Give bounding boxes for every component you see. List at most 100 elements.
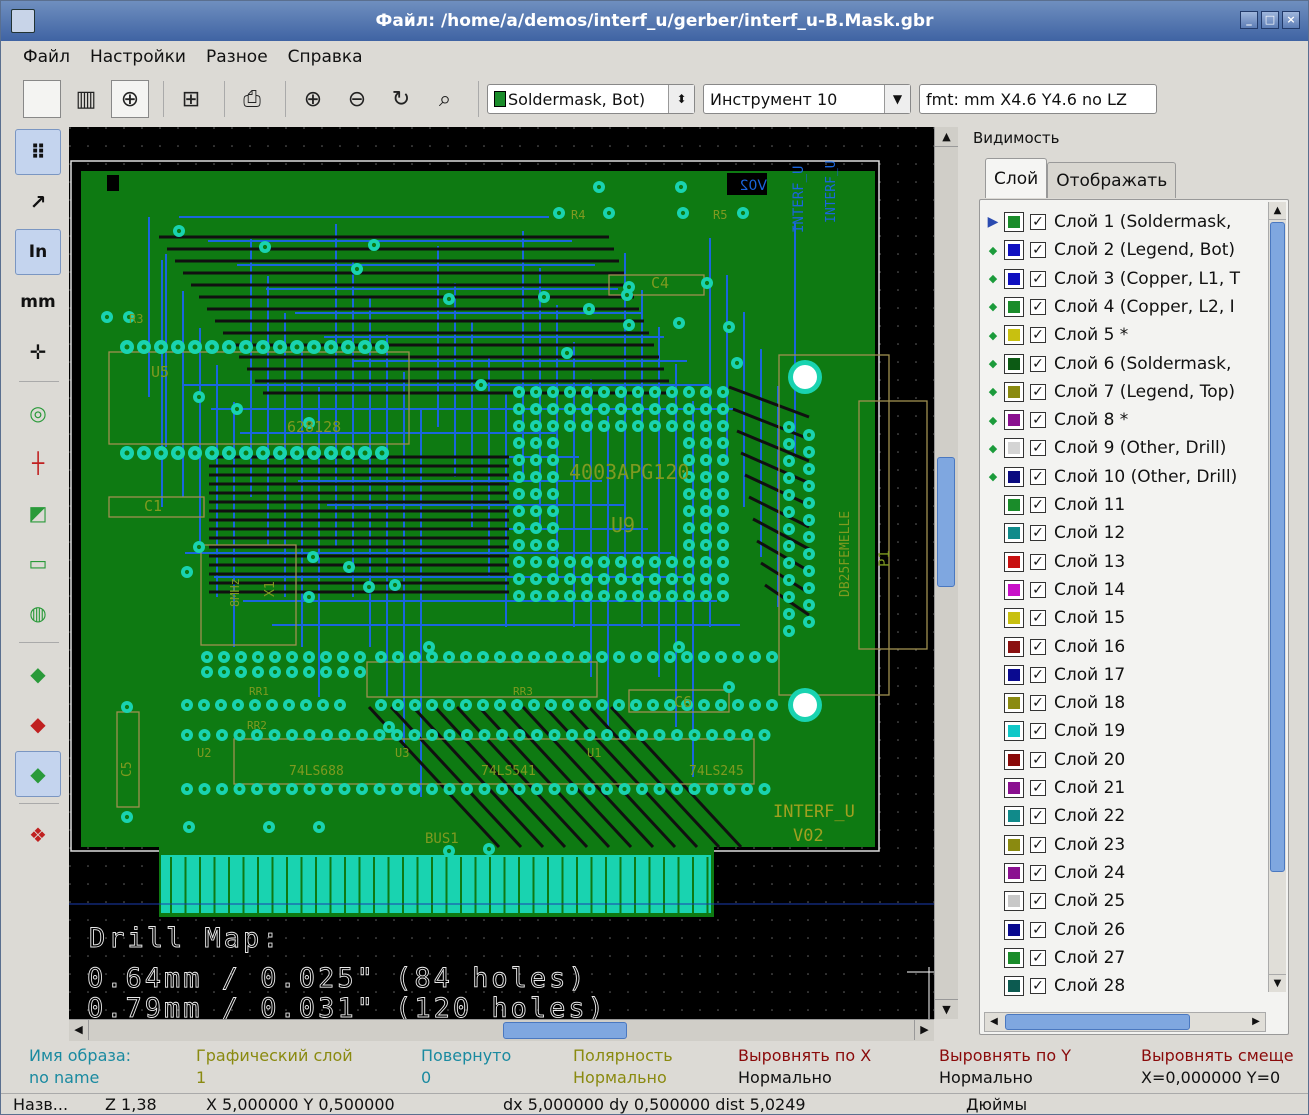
layer-visible-checkbox[interactable]: ✓ — [1030, 751, 1046, 768]
layer-color-swatch[interactable] — [1004, 891, 1024, 912]
layer-visible-checkbox[interactable]: ✓ — [1030, 468, 1046, 485]
layer-color-swatch[interactable] — [1004, 325, 1024, 346]
layer-color-swatch[interactable] — [1004, 523, 1024, 544]
layer-color-swatch[interactable] — [1004, 919, 1024, 940]
inch-units-icon[interactable]: In — [15, 229, 61, 275]
layer-color-swatch[interactable] — [1004, 976, 1024, 997]
maximize-button[interactable]: □ — [1261, 11, 1279, 29]
layer-visible-checkbox[interactable]: ✓ — [1030, 666, 1046, 683]
layer-color-swatch[interactable] — [1004, 693, 1024, 714]
layer-visible-checkbox[interactable]: ✓ — [1030, 553, 1046, 570]
layer-row[interactable]: ✓ Слой 14 — [986, 576, 1125, 604]
layer-color-swatch[interactable] — [1004, 636, 1024, 657]
layer-visible-checkbox[interactable]: ✓ — [1030, 864, 1046, 881]
layer-color-swatch[interactable] — [1004, 579, 1024, 600]
layer-color-swatch[interactable] — [1004, 947, 1024, 968]
layer-visible-checkbox[interactable]: ✓ — [1030, 214, 1046, 230]
scroll-up-icon[interactable]: ▲ — [1269, 202, 1286, 220]
full-cursor-icon[interactable]: ✛ — [15, 329, 61, 375]
layer-draw-mode-1-icon[interactable]: ◆ — [15, 651, 61, 697]
layer-visible-checkbox[interactable]: ✓ — [1030, 383, 1046, 400]
layer-visible-checkbox[interactable]: ✓ — [1030, 440, 1046, 457]
layer-color-swatch[interactable] — [1004, 551, 1024, 572]
scroll-thumb[interactable] — [1270, 222, 1285, 872]
layer-row[interactable]: ◆ ✓ Слой 8 * — [986, 406, 1128, 434]
tab-layers[interactable]: Слой — [985, 158, 1048, 198]
layer-row[interactable]: ◆ ✓ Слой 5 * — [986, 321, 1128, 349]
layer-list-hscrollbar[interactable]: ◀ ▶ — [984, 1012, 1266, 1032]
scroll-thumb[interactable] — [1005, 1014, 1190, 1030]
layer-visible-checkbox[interactable]: ✓ — [1030, 723, 1046, 740]
zoom-in-icon[interactable]: ⊕ — [294, 80, 332, 118]
layer-row[interactable]: ✓ Слой 18 — [986, 689, 1125, 717]
close-button[interactable]: × — [1282, 11, 1300, 29]
layer-visible-checkbox[interactable]: ✓ — [1030, 610, 1046, 627]
page-settings-icon[interactable]: ⊞ — [172, 80, 210, 118]
layer-row[interactable]: ✓ Слой 16 — [986, 633, 1125, 661]
layer-visible-checkbox[interactable]: ✓ — [1030, 497, 1046, 513]
layer-select[interactable]: Soldermask, Bot) ⬍ — [487, 84, 695, 114]
layer-row[interactable]: ◆ ✓ Слой 6 (Soldermask, — [986, 350, 1231, 378]
layer-color-swatch[interactable] — [1004, 466, 1024, 487]
layer-color-swatch[interactable] — [1004, 834, 1024, 855]
layer-row[interactable]: ◆ ✓ Слой 3 (Copper, L1, T — [986, 265, 1240, 293]
scroll-left-icon[interactable]: ◀ — [985, 1013, 1003, 1031]
layer-list-scrollbar[interactable]: ▲ ▼ — [1268, 202, 1286, 992]
menu-settings[interactable]: Настройки — [80, 47, 196, 67]
scroll-up-icon[interactable]: ▲ — [935, 127, 958, 147]
layer-color-swatch[interactable] — [1004, 268, 1024, 289]
scroll-left-icon[interactable]: ◀ — [69, 1020, 89, 1040]
layer-visible-checkbox[interactable]: ✓ — [1030, 270, 1046, 287]
layer-visible-checkbox[interactable]: ✓ — [1030, 780, 1046, 796]
tab-display[interactable]: Отображать — [1047, 162, 1177, 198]
layer-visible-checkbox[interactable]: ✓ — [1030, 525, 1046, 542]
layer-row[interactable]: ✓ Слой 19 — [986, 717, 1125, 745]
layer-row[interactable]: ✓ Слой 21 — [986, 774, 1125, 802]
scroll-thumb[interactable] — [937, 457, 955, 587]
layer-color-swatch[interactable] — [1004, 664, 1024, 685]
layer-row[interactable]: ◆ ✓ Слой 7 (Legend, Top) — [986, 378, 1235, 406]
layer-color-swatch[interactable] — [1004, 296, 1024, 317]
layer-visible-checkbox[interactable]: ✓ — [1030, 836, 1046, 853]
layer-row[interactable]: ✓ Слой 11 — [986, 491, 1125, 519]
layer-visible-checkbox[interactable]: ✓ — [1030, 412, 1046, 429]
canvas-horizontal-scrollbar[interactable]: ◀ ▶ — [69, 1019, 934, 1041]
layer-color-swatch[interactable] — [1004, 353, 1024, 374]
layer-row[interactable]: ◆ ✓ Слой 2 (Legend, Bot) — [986, 236, 1235, 264]
layers-manager-icon[interactable]: ❖ — [15, 812, 61, 858]
scroll-right-icon[interactable]: ▶ — [1247, 1013, 1265, 1031]
layer-visible-checkbox[interactable]: ✓ — [1030, 695, 1046, 712]
dcodes-icon[interactable]: ◍ — [15, 590, 61, 636]
zoom-out-icon[interactable]: ⊖ — [338, 80, 376, 118]
layer-row[interactable]: ✓ Слой 28 — [986, 972, 1125, 1000]
layer-row[interactable]: ◆ ✓ Слой 4 (Copper, L2, I — [986, 293, 1235, 321]
layer-row[interactable]: ✓ Слой 15 — [986, 604, 1125, 632]
menu-misc[interactable]: Разное — [196, 47, 278, 67]
layer-color-swatch[interactable] — [1004, 240, 1024, 261]
mm-units-icon[interactable]: mm — [15, 279, 61, 325]
layer-color-swatch[interactable] — [1004, 721, 1024, 742]
redraw-icon[interactable]: ↻ — [382, 80, 420, 118]
layer-row[interactable]: ▶ ✓ Слой 1 (Soldermask, — [986, 208, 1231, 236]
canvas-vertical-scrollbar[interactable]: ▲ ▼ — [934, 127, 958, 1019]
layer-color-swatch[interactable] — [1004, 806, 1024, 827]
layer-color-swatch[interactable] — [1004, 778, 1024, 798]
scroll-down-icon[interactable]: ▼ — [935, 999, 958, 1019]
app-icon[interactable] — [11, 9, 35, 33]
zoom-fit-icon[interactable]: ⌕ — [426, 80, 464, 118]
layer-row[interactable]: ✓ Слой 23 — [986, 831, 1125, 859]
drawing-canvas[interactable]: U5 628128 4003APG120 U9 C1 C4 C6 R3 R4 R… — [69, 127, 934, 1019]
layer-draw-mode-2-icon[interactable]: ◆ — [15, 701, 61, 747]
polar-coords-icon[interactable]: ↗ — [15, 179, 61, 225]
layer-row[interactable]: ✓ Слой 24 — [986, 859, 1125, 887]
layer-color-swatch[interactable] — [1004, 381, 1024, 402]
print-icon[interactable]: ⎙ — [233, 80, 271, 118]
layer-row[interactable]: ✓ Слой 12 — [986, 519, 1125, 547]
layer-row[interactable]: ◆ ✓ Слой 9 (Other, Drill) — [986, 434, 1226, 462]
tool-select[interactable]: Инструмент 10 ▼ — [703, 84, 911, 114]
show-negative-icon[interactable]: ▭ — [15, 540, 61, 586]
polygons-sketch-icon[interactable]: ◩ — [15, 490, 61, 536]
load-drill-icon[interactable]: ▥ — [67, 80, 105, 118]
layer-color-swatch[interactable] — [1004, 438, 1024, 459]
layer-row[interactable]: ✓ Слой 22 — [986, 802, 1125, 830]
